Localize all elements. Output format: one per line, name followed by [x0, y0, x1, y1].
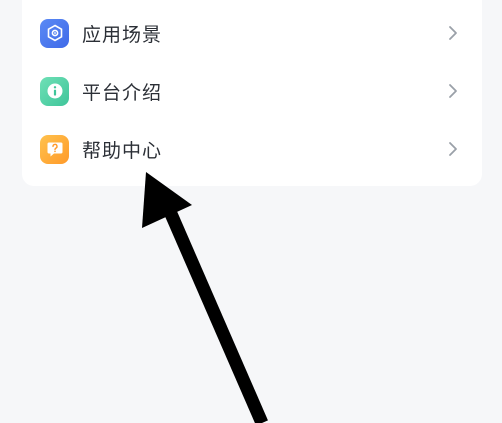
- settings-page: 应用场景 平台介绍 帮助中心: [0, 0, 502, 423]
- menu-item-label: 平台介绍: [82, 81, 163, 104]
- menu-item-app-scenarios[interactable]: 应用场景: [22, 5, 482, 61]
- chevron-right-icon: [446, 140, 460, 158]
- menu-card: 应用场景 平台介绍 帮助中心: [22, 0, 482, 186]
- help-question-icon: [40, 134, 69, 164]
- info-icon: [40, 76, 69, 106]
- chevron-right-icon: [446, 24, 460, 42]
- menu-item-platform-intro[interactable]: 平台介绍: [22, 63, 482, 119]
- menu-item-label: 应用场景: [82, 23, 163, 46]
- app-scene-icon: [40, 18, 69, 48]
- chevron-right-icon: [446, 82, 460, 100]
- menu-item-help-center[interactable]: 帮助中心: [22, 121, 482, 177]
- menu-item-label: 帮助中心: [82, 139, 163, 162]
